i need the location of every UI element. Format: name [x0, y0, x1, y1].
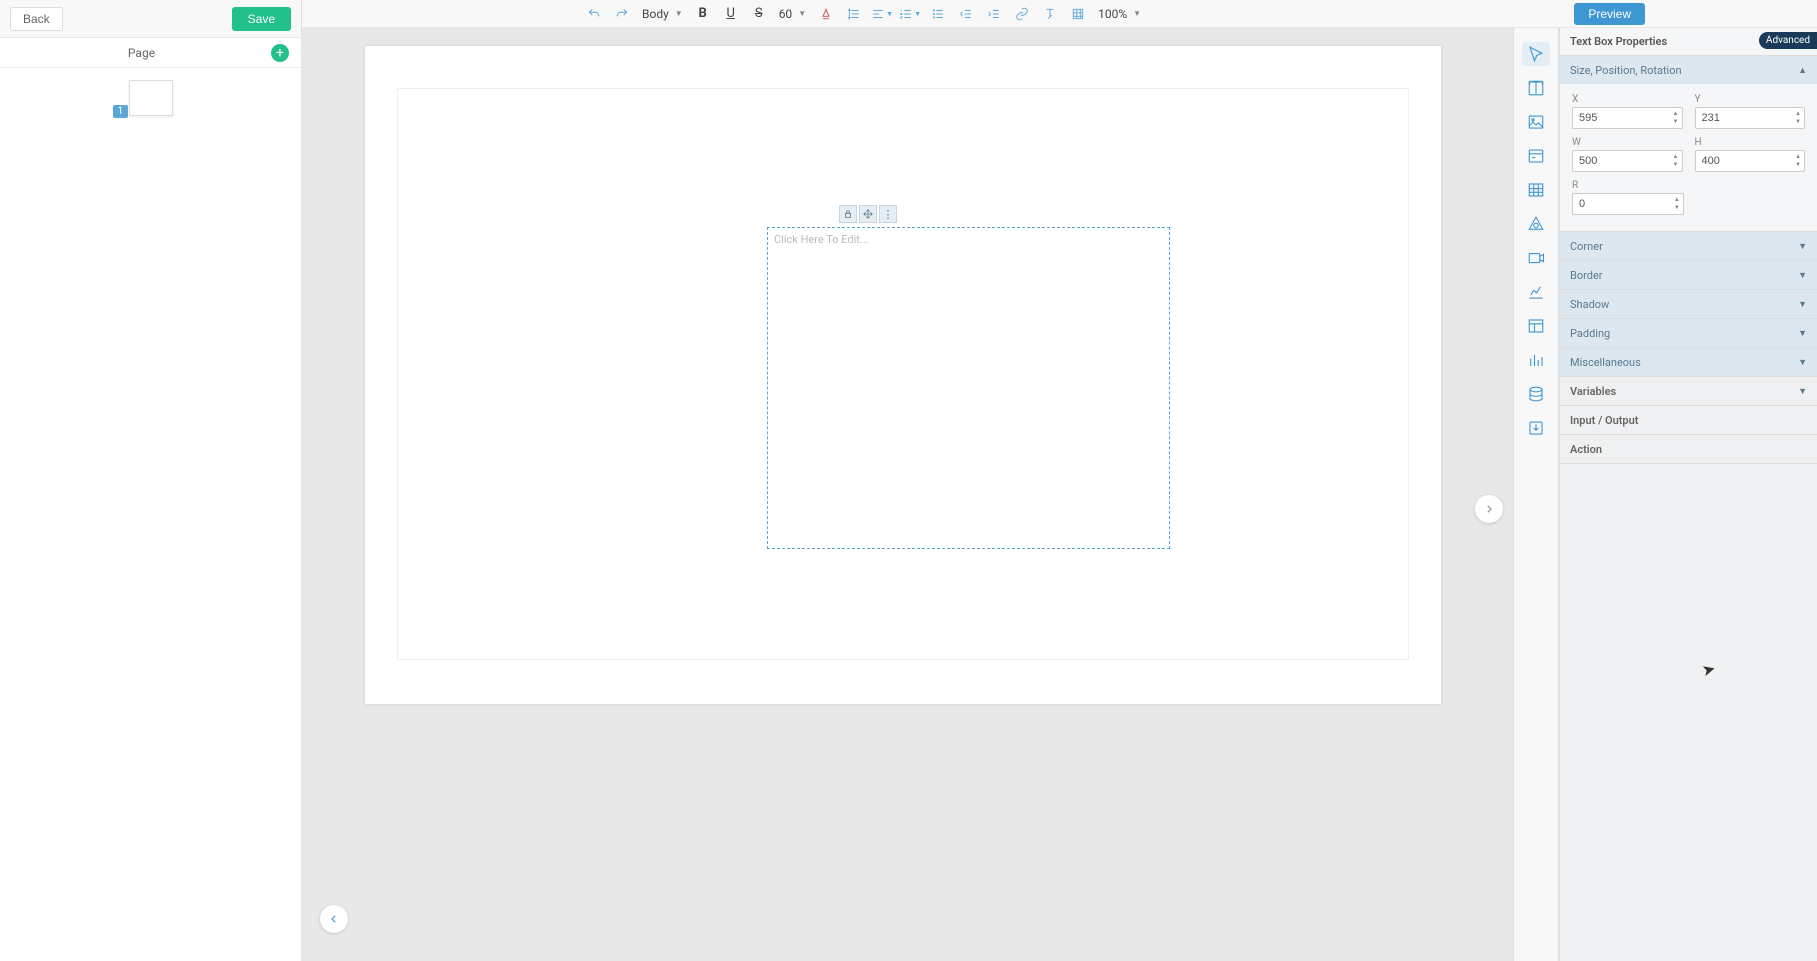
h-spinner[interactable]: ▲▼: [1793, 152, 1803, 168]
advanced-toggle[interactable]: Advanced: [1759, 32, 1817, 49]
section-head-padding[interactable]: Padding▼: [1560, 319, 1817, 347]
properties-panel: Text Box Properties Advanced Size, Posit…: [1559, 28, 1817, 961]
section-body-size: X ▲▼ Y ▲▼ W: [1560, 84, 1817, 231]
numbered-list-button[interactable]: ▼: [898, 3, 922, 25]
left-header: Back Save: [0, 0, 301, 38]
properties-title: Text Box Properties: [1570, 35, 1667, 48]
indent-button[interactable]: [982, 3, 1006, 25]
layout-icon[interactable]: [1522, 314, 1550, 338]
pointer-icon[interactable]: [1522, 42, 1550, 66]
textbox-placeholder: Click Here To Edit...: [774, 233, 869, 246]
redo-button[interactable]: [610, 3, 634, 25]
text-icon[interactable]: [1522, 76, 1550, 100]
text-color-button[interactable]: [814, 3, 838, 25]
w-label: W: [1572, 137, 1683, 148]
properties-header: Text Box Properties Advanced: [1560, 28, 1817, 56]
data-icon[interactable]: [1522, 382, 1550, 406]
textbox-toolbar: ⋮: [839, 205, 897, 223]
page-surface[interactable]: ⋮ Click Here To Edit...: [365, 46, 1441, 704]
bold-button[interactable]: B: [691, 3, 715, 25]
outdent-button[interactable]: [954, 3, 978, 25]
h-label: H: [1695, 137, 1806, 148]
format-toolbar: Body▼ B U S 60▼ ▼ ▼ 100%▼ Preview: [302, 0, 1817, 28]
r-input[interactable]: [1572, 193, 1684, 215]
more-handle[interactable]: ⋮: [879, 205, 897, 223]
r-spinner[interactable]: ▲▼: [1672, 195, 1682, 211]
section-head-io[interactable]: Input / Output: [1560, 406, 1817, 434]
move-handle[interactable]: [859, 205, 877, 223]
fontsize-select[interactable]: 60▼: [775, 7, 810, 21]
preview-button[interactable]: Preview: [1574, 3, 1645, 25]
bullet-list-button[interactable]: [926, 3, 950, 25]
image-icon[interactable]: [1522, 110, 1550, 134]
h-input[interactable]: [1695, 150, 1806, 172]
y-spinner[interactable]: ▲▼: [1793, 109, 1803, 125]
zoom-select[interactable]: 100%▼: [1094, 7, 1145, 21]
page-thumb-1[interactable]: 1: [129, 80, 173, 116]
shape-icon[interactable]: [1522, 212, 1550, 236]
lock-handle[interactable]: [839, 205, 857, 223]
x-input[interactable]: [1572, 107, 1683, 129]
barchart-icon[interactable]: [1522, 348, 1550, 372]
clear-format-button[interactable]: [1038, 3, 1062, 25]
add-page-button[interactable]: +: [271, 44, 289, 62]
align-button[interactable]: ▼: [870, 3, 894, 25]
section-head-size[interactable]: Size, Position, Rotation▲: [1560, 56, 1817, 84]
page-thumb-badge: 1: [113, 105, 129, 118]
table-button[interactable]: [1066, 3, 1090, 25]
section-head-shadow[interactable]: Shadow▼: [1560, 290, 1817, 318]
section-head-action[interactable]: Action: [1560, 435, 1817, 463]
link-button[interactable]: [1010, 3, 1034, 25]
x-label: X: [1572, 94, 1683, 105]
text-style-select[interactable]: Body▼: [638, 7, 687, 21]
y-label: Y: [1695, 94, 1806, 105]
canvas[interactable]: ⋮ Click Here To Edit...: [302, 28, 1513, 961]
section-head-corner[interactable]: Corner▼: [1560, 232, 1817, 260]
video-icon[interactable]: [1522, 246, 1550, 270]
pages-label: Page: [12, 46, 271, 60]
r-label: R: [1572, 180, 1684, 191]
pages-panel: Back Save Page + 1: [0, 0, 302, 961]
undo-button[interactable]: [582, 3, 606, 25]
page-thumbnails: 1: [0, 68, 301, 116]
textbox-element[interactable]: Click Here To Edit...: [767, 227, 1170, 549]
section-head-variables[interactable]: Variables▼: [1560, 377, 1817, 405]
line-height-button[interactable]: [842, 3, 866, 25]
canvas-next-button[interactable]: [1475, 495, 1503, 523]
w-input[interactable]: [1572, 150, 1683, 172]
underline-button[interactable]: U: [719, 3, 743, 25]
canvas-prev-button[interactable]: [320, 905, 348, 933]
x-spinner[interactable]: ▲▼: [1671, 109, 1681, 125]
page-thumb-preview: [129, 80, 173, 116]
pages-header: Page +: [0, 38, 301, 68]
linechart-icon[interactable]: [1522, 280, 1550, 304]
save-button[interactable]: Save: [232, 7, 291, 31]
grid-icon[interactable]: [1522, 178, 1550, 202]
section-head-misc[interactable]: Miscellaneous▼: [1560, 348, 1817, 376]
back-button[interactable]: Back: [10, 7, 63, 31]
section-head-border[interactable]: Border▼: [1560, 261, 1817, 289]
element-tool-strip: [1513, 28, 1559, 961]
panel-icon[interactable]: [1522, 144, 1550, 168]
strikethrough-button[interactable]: S: [747, 3, 771, 25]
download-icon[interactable]: [1522, 416, 1550, 440]
section-size-position: Size, Position, Rotation▲ X ▲▼ Y ▲▼: [1560, 56, 1817, 232]
w-spinner[interactable]: ▲▼: [1671, 152, 1681, 168]
y-input[interactable]: [1695, 107, 1806, 129]
